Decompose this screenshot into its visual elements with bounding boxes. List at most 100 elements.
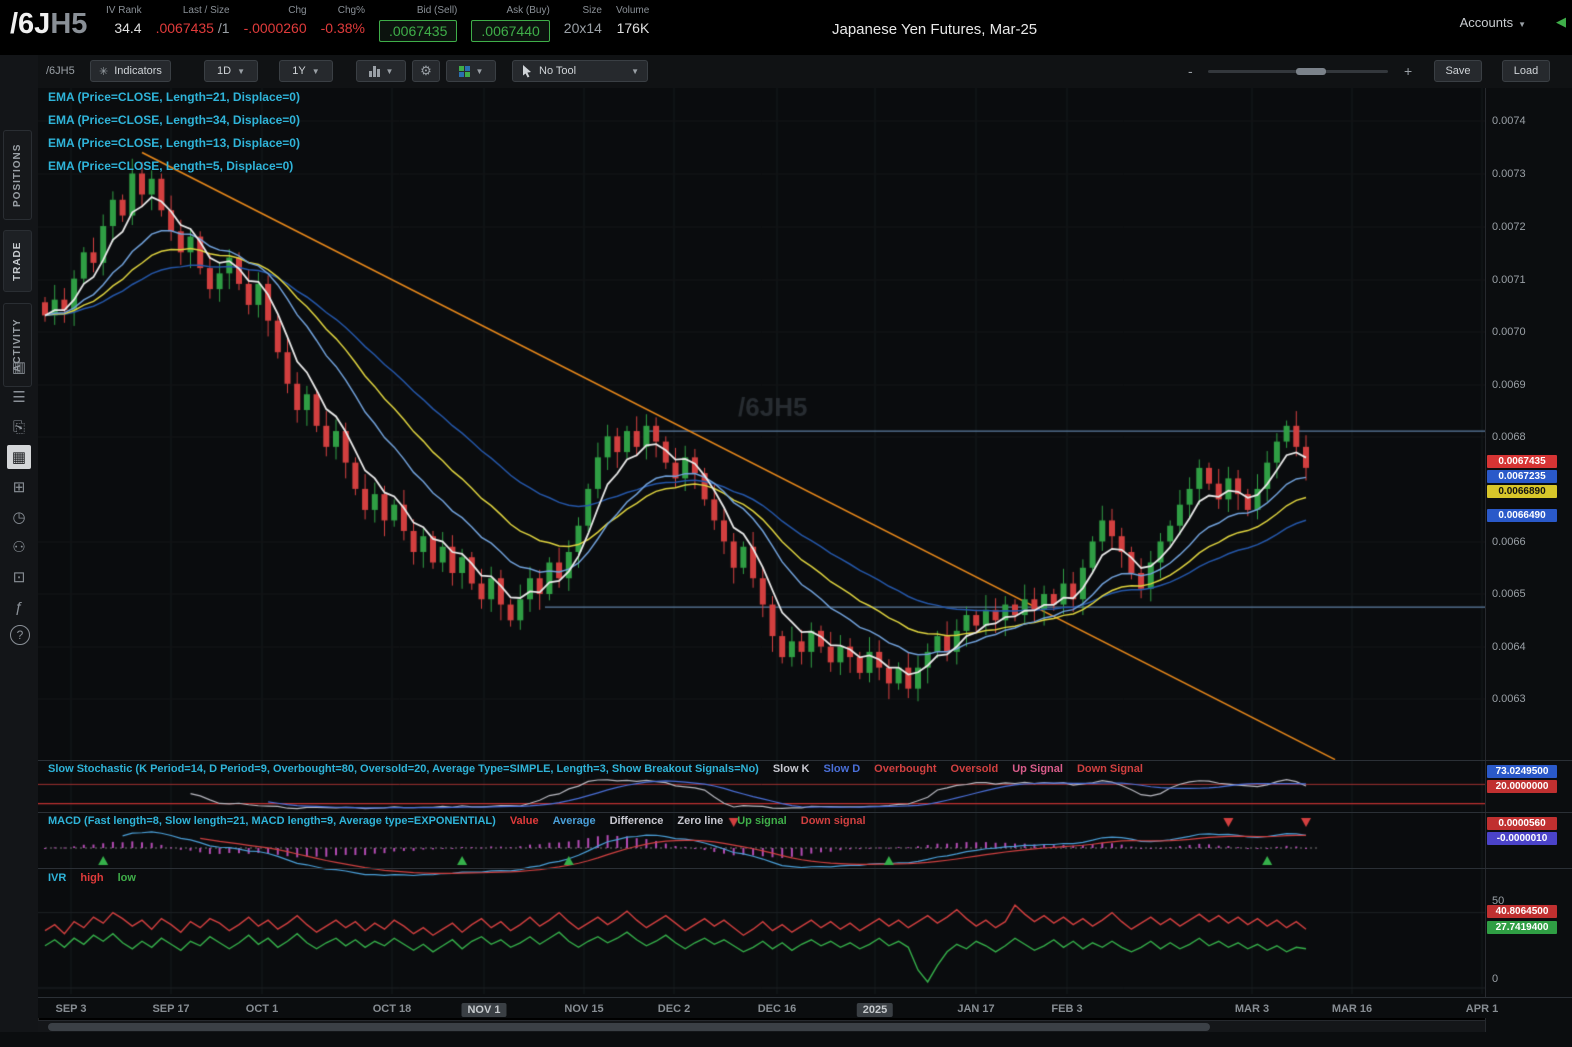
stochastic-value-tag: 20.0000000: [1487, 780, 1557, 793]
sidebar-tab-trade[interactable]: TRADE: [3, 230, 32, 292]
header-field-label: Chg: [288, 5, 307, 16]
ema-study-label[interactable]: EMA (Price=CLOSE, Length=21, Displace=0): [48, 90, 300, 104]
price-axis-label: 0.0073: [1492, 168, 1526, 180]
zoom-slider-thumb[interactable]: [1296, 68, 1326, 75]
indicators-label: Indicators: [114, 65, 162, 77]
zoom-in-button[interactable]: +: [1404, 63, 1412, 79]
header-field-label: Volume: [615, 5, 650, 16]
chart-type-dropdown[interactable]: ▼: [356, 60, 406, 82]
symbol-title: /6JH5: [10, 8, 87, 41]
ema-study-label[interactable]: EMA (Price=CLOSE, Length=5, Displace=0): [48, 159, 300, 173]
ema-study-labels: EMA (Price=CLOSE, Length=21, Displace=0)…: [48, 90, 300, 182]
time-axis-label: SEP 3: [55, 1003, 87, 1015]
layout-dropdown[interactable]: ▼: [446, 60, 496, 82]
time-axis-label: DEC 16: [757, 1003, 797, 1015]
indicators-icon: ✳: [99, 65, 109, 78]
range-dropdown[interactable]: 1Y ▼: [279, 60, 333, 82]
price-axis-label: 0.0069: [1492, 379, 1526, 391]
study-legend-item: Value: [509, 815, 539, 827]
price-axis-label: 0.0070: [1492, 326, 1526, 338]
symbol-contract: H5: [50, 8, 88, 40]
chevron-down-icon: ▼: [631, 66, 639, 76]
study-legend-item: Oversold: [950, 763, 999, 775]
people-icon[interactable]: ⚇: [7, 535, 31, 559]
ema-study-label[interactable]: EMA (Price=CLOSE, Length=34, Displace=0): [48, 113, 300, 127]
ema-study-label[interactable]: EMA (Price=CLOSE, Length=13, Displace=0): [48, 136, 300, 150]
price-tag: 0.0066890: [1487, 485, 1557, 498]
box-icon[interactable]: ⊡: [7, 565, 31, 589]
save-label: Save: [1445, 65, 1471, 77]
list-icon[interactable]: ☰: [7, 385, 31, 409]
study-legend-item: low: [117, 872, 136, 884]
header-field-label: Chg%: [337, 5, 365, 16]
collapse-panel-icon[interactable]: ◀: [1556, 14, 1566, 30]
symbol-root: /6J: [10, 8, 51, 40]
time-axis-label: APR 1: [1465, 1003, 1499, 1015]
save-button[interactable]: Save: [1434, 60, 1482, 82]
price-axis-label: 0.0072: [1492, 221, 1526, 233]
time-axis-label: MAR 3: [1234, 1003, 1270, 1015]
price-axis-label: 0.0071: [1492, 274, 1526, 286]
help-icon[interactable]: ?: [10, 625, 30, 645]
candlestick-chart-icon[interactable]: ▦: [7, 445, 31, 469]
header-field: IV Rank 34.4: [106, 5, 142, 42]
bottom-strip: [0, 1032, 1572, 1047]
header-field: Volume 176K: [616, 5, 649, 42]
study-title[interactable]: MACD (Fast length=8, Slow length=21, MAC…: [48, 815, 496, 827]
header-field-label: Size: [582, 5, 602, 16]
header-field: Bid (Sell) .0067435: [378, 5, 458, 42]
price-axis-label: 0.0064: [1492, 641, 1526, 653]
gear-icon: ⚙: [420, 63, 432, 78]
macd-study-label: MACD (Fast length=8, Slow length=21, MAC…: [48, 815, 866, 827]
time-axis-label: JAN 17: [957, 1003, 995, 1015]
bar-chart-icon[interactable]: ▥: [7, 355, 31, 379]
time-axis-label: 2025: [856, 1003, 894, 1017]
study-legend-item: Zero line: [677, 815, 724, 827]
accounts-menu[interactable]: Accounts ▼: [1460, 15, 1526, 30]
header-field-label: Ask (Buy): [506, 5, 550, 16]
study-title[interactable]: Slow Stochastic (K Period=14, D Period=9…: [48, 763, 759, 775]
chevron-down-icon: ▼: [475, 66, 484, 76]
chevron-down-icon: ▼: [385, 66, 394, 76]
study-legend-item: Down signal: [800, 815, 866, 827]
price-axis-label: 0.0063: [1492, 693, 1526, 705]
header-field: Chg% -0.38%: [321, 5, 365, 42]
timeframe-value: 1D: [217, 65, 232, 77]
stochastic-value-tag: 73.0249500: [1487, 765, 1557, 778]
zoom-out-button[interactable]: -: [1188, 63, 1193, 79]
price-axis-label: 0.0065: [1492, 588, 1526, 600]
price-axis-label: 0.0074: [1492, 115, 1526, 127]
load-button[interactable]: Load: [1502, 60, 1550, 82]
header-field: Chg -.0000260: [244, 5, 307, 42]
scrollbar-thumb[interactable]: [48, 1023, 1210, 1031]
price-axis-label: 0.0066: [1492, 536, 1526, 548]
chart-settings-button[interactable]: ⚙: [412, 60, 440, 82]
study-legend-item: Average: [552, 815, 596, 827]
study-legend-item: Up signal: [737, 815, 787, 827]
indicators-button[interactable]: ✳ Indicators: [90, 60, 171, 82]
study-legend-item: high: [80, 872, 104, 884]
study-legend-item: Overbought: [874, 763, 937, 775]
timeframe-dropdown[interactable]: 1D ▼: [204, 60, 258, 82]
price-axis-label: 0.0068: [1492, 431, 1526, 443]
price-chart-canvas[interactable]: [38, 88, 1485, 998]
clipboard-icon[interactable]: ⎘: [7, 415, 31, 439]
time-axis-label: OCT 18: [372, 1003, 412, 1015]
zoom-slider[interactable]: [1208, 68, 1388, 75]
time-axis-label: NOV 15: [564, 1003, 604, 1015]
clock-icon[interactable]: ◷: [7, 505, 31, 529]
fx-icon[interactable]: ƒ: [7, 595, 31, 619]
ivr-value-tag: 27.7419400: [1487, 921, 1557, 934]
time-axis-label: MAR 16: [1331, 1003, 1373, 1015]
sidebar-tab-positions[interactable]: POSITIONS: [3, 130, 32, 220]
header-field-value[interactable]: .0067435: [378, 20, 458, 42]
range-value: 1Y: [292, 65, 306, 77]
left-sidebar: POSITIONS TRADE ACTIVITY ▥ ☰ ⎘ ▦ ⊞ ◷ ⚇ ⊡ ƒ?: [0, 55, 39, 1047]
ivr-value-tag: 40.8064500: [1487, 905, 1557, 918]
time-axis-label: OCT 1: [245, 1003, 279, 1015]
study-title[interactable]: IVR: [48, 872, 66, 884]
header-field-value[interactable]: .0067440: [471, 20, 550, 42]
stochastic-study-label: Slow Stochastic (K Period=14, D Period=9…: [48, 763, 1143, 775]
drawing-tool-dropdown[interactable]: No Tool ▼: [512, 60, 648, 82]
grid-icon[interactable]: ⊞: [7, 475, 31, 499]
